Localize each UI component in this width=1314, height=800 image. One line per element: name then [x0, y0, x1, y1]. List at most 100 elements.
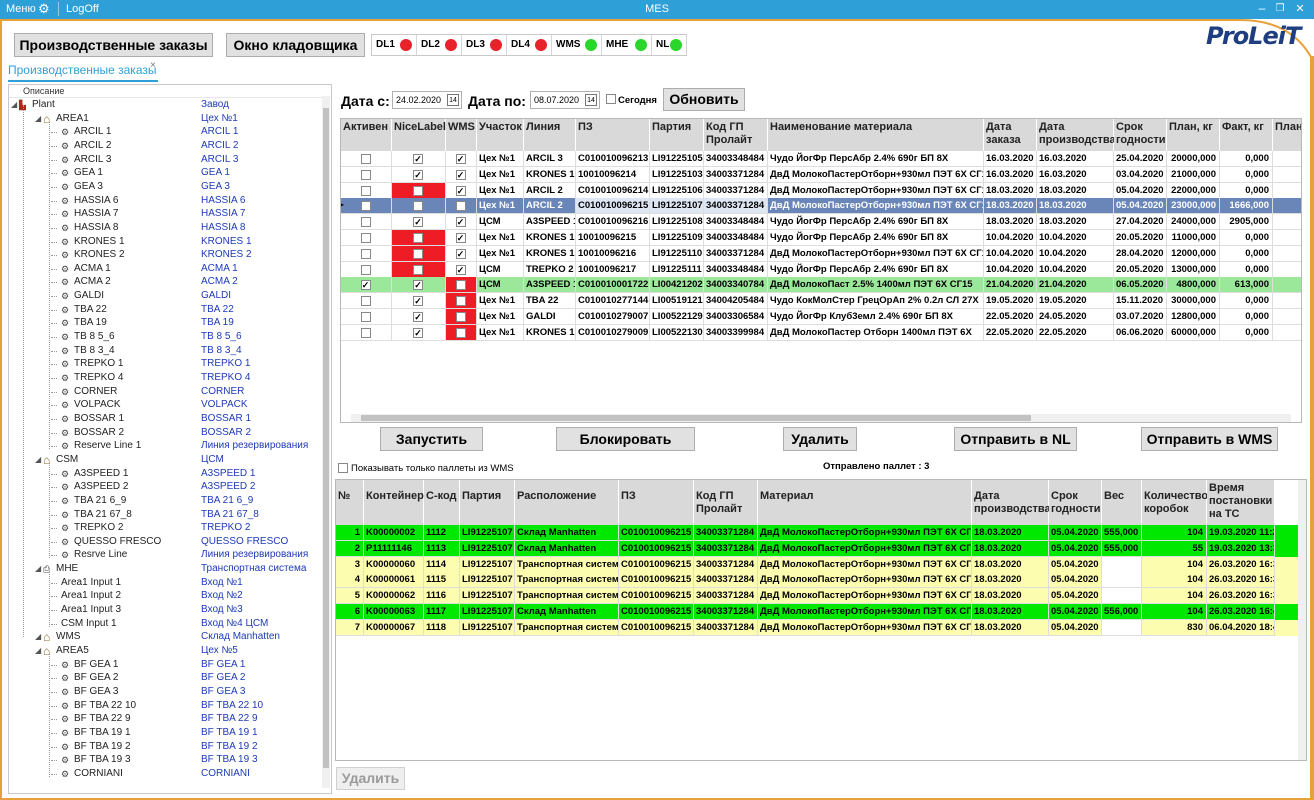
table-row[interactable]: ✓ ✓ Цех №1 ARCIL 2 C010010096215 LI91225107 34…: [341, 198, 1301, 215]
tree-node[interactable]: ⚙ TB 8 5_6 TB 8 5_6: [9, 330, 325, 344]
tree-node[interactable]: ⚙ TB 8 3_4 TB 8 3_4: [9, 344, 325, 358]
tree-node[interactable]: ⚙ KRONES 2 KRONES 2: [9, 248, 325, 262]
column-header[interactable]: Контейнер: [364, 480, 424, 525]
checkbox[interactable]: ✓: [413, 217, 423, 228]
checkbox[interactable]: [360, 312, 371, 322]
expand-arrow-icon[interactable]: ◢: [35, 562, 41, 576]
tree-node[interactable]: ⚙ QUESSO FRESCO QUESSO FRESCO: [9, 535, 325, 549]
tree-node[interactable]: ◢ ⎙ MHE Транспортная система: [9, 562, 325, 576]
tree-node[interactable]: ⚙ BF TBA 19 2 BF TBA 19 2: [9, 740, 325, 754]
tree-node[interactable]: ⚙ BF TBA 22 10 BF TBA 22 10: [9, 699, 325, 713]
checkbox[interactable]: ✓: [455, 154, 466, 164]
tree-node[interactable]: ⚙ ACMA 1 ACMA 1: [9, 262, 325, 276]
checkbox[interactable]: ✓: [413, 312, 423, 322]
checkbox[interactable]: ✓: [455, 264, 466, 275]
tree-node[interactable]: ⚙ ARCIL 2 ARCIL 2: [9, 139, 325, 153]
column-header[interactable]: Дата производства: [972, 480, 1051, 525]
column-header[interactable]: Дата заказа: [984, 119, 1037, 151]
column-header[interactable]: NiceLabel: [392, 119, 446, 151]
tree-node[interactable]: ◢ ⌂ WMS Склад Manhatten: [9, 630, 325, 644]
tree-node[interactable]: ⚙ VOLPACK VOLPACK: [9, 398, 325, 412]
column-header[interactable]: Участок: [477, 119, 524, 151]
checkbox[interactable]: ✓: [455, 248, 466, 259]
tree-node[interactable]: ⚙ TBA 21 67_8 TBA 21 67_8: [9, 508, 325, 522]
checkbox[interactable]: [360, 201, 371, 212]
tree-node[interactable]: Area1 Input 3 Вход №3: [9, 603, 325, 617]
column-header[interactable]: Вес: [1102, 480, 1142, 525]
tree-node[interactable]: ⚙ Reserve Line 1 Линия резервирования: [9, 439, 325, 453]
tree-node[interactable]: ⚙ BF TBA 19 3 BF TBA 19 3: [9, 753, 325, 767]
table-row[interactable]: 4 K00000061 1115 LI91225107 Транспортная сис…: [336, 572, 1306, 589]
tree-node[interactable]: ⚙ TBA 19 TBA 19: [9, 316, 325, 330]
tree-node[interactable]: ⚙ BOSSAR 1 BOSSAR 1: [9, 412, 325, 426]
column-header[interactable]: №: [336, 480, 364, 525]
checkbox[interactable]: ✓: [413, 169, 423, 180]
tree-node[interactable]: ⚙ TREPKO 4 TREPKO 4: [9, 371, 325, 385]
tree-node[interactable]: ⚙ A3SPEED 1 A3SPEED 1: [9, 467, 325, 481]
checkbox[interactable]: ✓: [413, 327, 423, 338]
table-row[interactable]: ✓ Цех №1 KRONES 1 10010096216 LI91225110 3400…: [341, 245, 1301, 262]
column-header[interactable]: Факт, кг: [1220, 119, 1273, 151]
checkbox[interactable]: ✓: [455, 169, 466, 180]
tab-production-orders[interactable]: Производственные заказы: [8, 63, 156, 80]
tree-node[interactable]: ⚙ CORNER CORNER: [9, 385, 325, 399]
table-row[interactable]: ✓ ✓ Цех №1 KRONES 1 10010096214 LI91225103 340…: [341, 166, 1301, 183]
checkbox[interactable]: ✓: [455, 185, 466, 196]
column-header[interactable]: WMS: [446, 119, 477, 151]
table-row[interactable]: ✓ ✓ Цех №1 ARCIL 3 C010010096213 LI91225105 34…: [341, 151, 1301, 167]
calendar-icon[interactable]: 14: [447, 94, 459, 106]
column-header[interactable]: План, кг: [1167, 119, 1220, 151]
checkbox[interactable]: [360, 169, 371, 180]
checkbox[interactable]: [360, 154, 371, 164]
table-row[interactable]: 2 P11111146 1113 LI91225107 Склад Manhatten C…: [336, 540, 1306, 557]
checkbox[interactable]: [413, 264, 423, 275]
minimize-icon[interactable]: –: [1254, 1, 1270, 15]
checkbox[interactable]: [360, 185, 371, 196]
date-to-input[interactable]: 08.07.2020 14: [530, 91, 600, 109]
wms-only-checkbox[interactable]: [338, 463, 348, 473]
tree-node[interactable]: ⚙ GEA 1 GEA 1: [9, 166, 325, 180]
checkbox[interactable]: ✓: [455, 217, 466, 228]
expand-arrow-icon[interactable]: ◢: [35, 630, 41, 644]
send-wms-button[interactable]: Отправить в WMS: [1141, 427, 1278, 451]
column-header[interactable]: Код ГП Пролайт: [694, 480, 758, 525]
table-row[interactable]: 7 K00000067 1118 LI91225107 Транспортная сис…: [336, 619, 1306, 636]
column-header[interactable]: Количество коробок: [1142, 480, 1208, 525]
column-header[interactable]: Партия: [460, 480, 515, 525]
tree-node[interactable]: ◢ ⌂ AREA5 Цех №5: [9, 644, 325, 658]
refresh-button[interactable]: Обновить: [663, 88, 745, 111]
pallets-vertical-scrollbar[interactable]: [1298, 480, 1306, 760]
block-button[interactable]: Блокировать: [556, 427, 695, 451]
column-header[interactable]: Срок годности: [1114, 119, 1167, 151]
column-header[interactable]: Наименование материала: [768, 119, 984, 151]
column-header[interactable]: Материал: [758, 480, 972, 525]
delete-order-button[interactable]: Удалить: [783, 427, 857, 451]
expand-arrow-icon[interactable]: ◢: [11, 98, 17, 112]
tree-node[interactable]: ⚙ ACMA 2 ACMA 2: [9, 275, 325, 289]
expand-arrow-icon[interactable]: ◢: [35, 453, 41, 467]
tree-node[interactable]: CSM Input 1 Вход №4 ЦСМ: [9, 617, 325, 631]
checkbox[interactable]: [455, 280, 466, 291]
expand-arrow-icon[interactable]: ◢: [35, 644, 41, 658]
checkbox[interactable]: [413, 185, 423, 196]
checkbox[interactable]: [455, 296, 466, 307]
column-header[interactable]: План,: [1273, 119, 1301, 151]
checkbox[interactable]: ✓: [455, 201, 466, 212]
tree-node[interactable]: ⚙ GEA 3 GEA 3: [9, 180, 325, 194]
checkbox[interactable]: [360, 248, 371, 259]
tree-node[interactable]: ⚙ TBA 21 6_9 TBA 21 6_9: [9, 494, 325, 508]
checkbox[interactable]: ✓: [413, 201, 423, 212]
checkbox[interactable]: ✓: [413, 154, 423, 164]
checkbox[interactable]: [413, 248, 423, 259]
tree-node[interactable]: ⚙ TBA 22 TBA 22: [9, 303, 325, 317]
tree-node[interactable]: ⚙ BF GEA 1 BF GEA 1: [9, 658, 325, 672]
column-header[interactable]: Активен: [341, 119, 392, 151]
tree-node[interactable]: ⚙ BOSSAR 2 BOSSAR 2: [9, 426, 325, 440]
table-row[interactable]: ✓ ✓ ЦСМ A3SPEED 1 C010010001722 LI00421202 340…: [341, 277, 1301, 294]
send-nl-button[interactable]: Отправить в NL: [954, 427, 1077, 451]
column-header[interactable]: Код ГП Пролайт: [704, 119, 768, 151]
checkbox[interactable]: ✓: [413, 280, 423, 291]
storekeeper-window-button[interactable]: Окно кладовщика: [226, 33, 365, 57]
checkbox[interactable]: [360, 327, 371, 338]
tree-node[interactable]: ◢ ⌂ CSM ЦСМ: [9, 453, 325, 467]
